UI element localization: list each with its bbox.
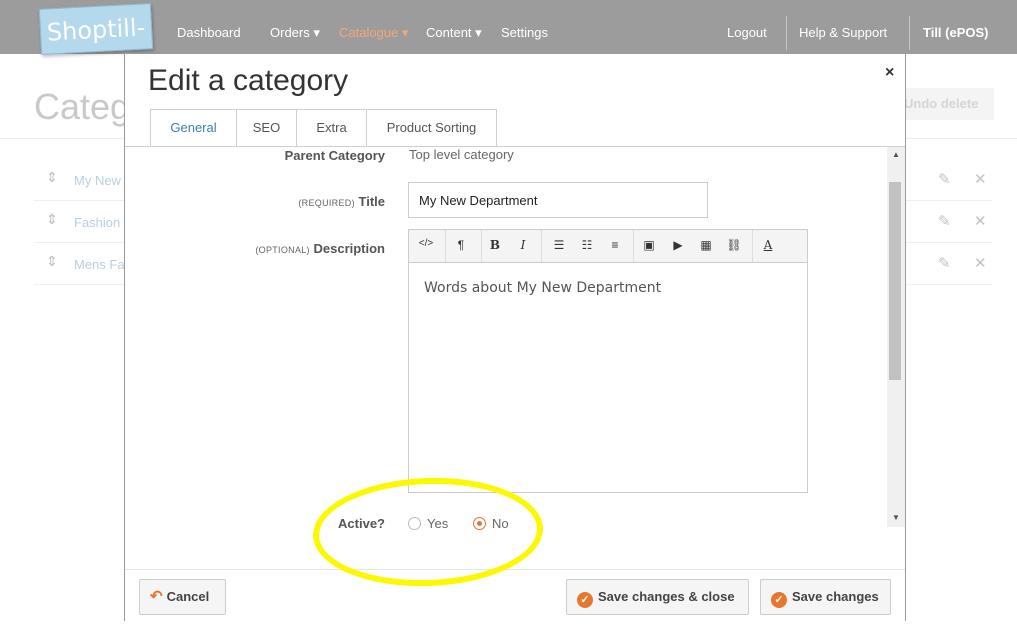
modal-footer: ↶ Cancel ✓ Save changes & close ✓ Save chan… [125,569,905,621]
table-icon[interactable]: ▦ [696,238,716,252]
title-label-group: (REQUIRED) Title [185,194,385,209]
video-icon[interactable]: ▶ [668,238,688,252]
description-label: Description [313,241,385,256]
nav-divider [786,16,787,50]
modal-title: Edit a category [148,64,349,97]
nav-orders[interactable]: Orders ▾ [270,25,320,41]
tab-product-sorting[interactable]: Product Sorting [366,109,497,146]
save-button[interactable]: ✓ Save changes [760,579,891,615]
nav-divider [909,16,910,50]
toolbar-divider [481,230,482,262]
nav-settings[interactable]: Settings [501,25,548,40]
align-icon[interactable]: ≡ [605,238,625,252]
nav-catalogue[interactable]: Catalogue ▾ [339,25,408,41]
image-icon[interactable]: ▣ [639,238,659,252]
scrollbar-thumb[interactable] [889,182,901,380]
toolbar-divider [752,230,753,262]
italic-icon[interactable]: I [513,238,533,252]
save-label: Save changes [792,589,879,604]
edit-pencil-icon[interactable]: ✎ [938,170,951,188]
delete-icon[interactable]: ✕ [974,212,987,230]
numbered-list-icon[interactable]: ☷ [577,238,597,252]
parent-category-value[interactable]: Top level category [409,147,514,162]
delete-icon[interactable]: ✕ [974,254,987,272]
cancel-label: Cancel [166,589,210,604]
drag-handle-icon[interactable]: ⇕ [46,253,58,270]
title-label: Title [358,194,386,209]
paragraph-icon[interactable]: ¶ [451,238,471,252]
undo-delete-button[interactable]: Undo delete [896,88,994,120]
drag-handle-icon[interactable]: ⇕ [46,169,58,186]
nav-till-epos[interactable]: Till (ePOS) [923,25,989,40]
cancel-button[interactable]: ↶ Cancel [139,579,226,615]
delete-icon[interactable]: ✕ [974,170,987,188]
toolbar-divider [541,230,542,262]
drag-handle-icon[interactable]: ⇕ [46,211,58,228]
font-color-icon[interactable]: A [758,238,778,252]
tab-bar: General SEO Extra Product Sorting [125,109,905,147]
tab-seo[interactable]: SEO [236,109,297,146]
tab-general[interactable]: General [150,109,237,147]
category-name[interactable]: Mens Fa [74,257,125,272]
toolbar-divider [633,230,634,262]
link-icon[interactable]: ⛓ [724,238,744,252]
bullet-list-icon[interactable]: ☰ [549,238,569,252]
parent-category-label: Parent Category [284,148,385,163]
description-label-group: (OPTIONAL) Description [185,241,385,256]
bold-icon[interactable]: B [485,238,505,252]
shoptill-logo[interactable]: Shoptill-e [38,3,154,90]
edit-pencil-icon[interactable]: ✎ [938,254,951,272]
toolbar-divider [445,230,446,262]
page-title: Categ [34,86,131,127]
edit-pencil-icon[interactable]: ✎ [938,212,951,230]
title-input[interactable] [408,182,708,218]
optional-tag: (OPTIONAL) [255,245,310,255]
code-view-icon[interactable]: </> [416,238,436,249]
close-icon[interactable]: × [885,64,894,82]
scroll-up-arrow-icon[interactable]: ▲ [892,150,900,159]
nav-content[interactable]: Content ▾ [426,25,482,41]
nav-logout[interactable]: Logout [727,25,767,40]
check-circle-icon: ✓ [577,592,593,608]
required-tag: (REQUIRED) [298,198,355,208]
undo-arrow-icon: ↶ [150,588,163,605]
description-editor[interactable]: Words about My New Department [408,262,808,493]
scroll-down-arrow-icon[interactable]: ▼ [892,513,900,522]
check-circle-icon: ✓ [771,592,787,608]
category-name[interactable]: Fashion [74,215,120,230]
nav-dashboard[interactable]: Dashboard [177,25,241,40]
tab-extra[interactable]: Extra [296,109,367,146]
category-name[interactable]: My New [74,173,121,188]
top-navbar: Shoptill-e Dashboard Orders ▾ Catalogue … [0,0,1017,90]
save-close-button[interactable]: ✓ Save changes & close [566,579,749,615]
editor-toolbar: </> ¶ B I ☰ ☷ ≡ ▣ ▶ ▦ ⛓ A [408,229,808,263]
nav-help-support[interactable]: Help & Support [799,25,887,40]
save-close-label: Save changes & close [598,589,735,604]
